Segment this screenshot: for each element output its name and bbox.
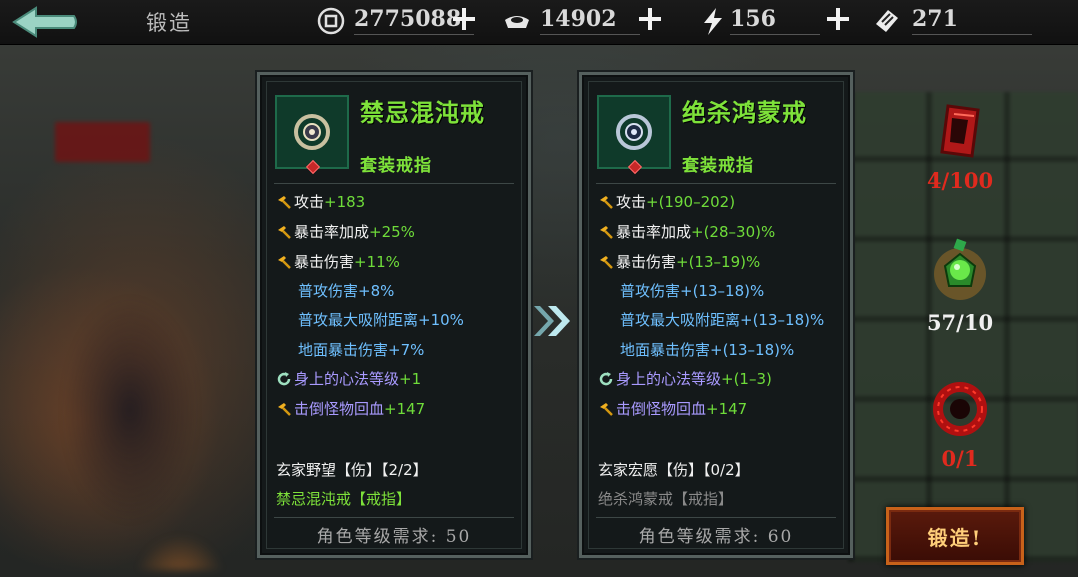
background-tab xyxy=(55,122,150,162)
refresh-icon xyxy=(599,372,613,386)
hammer-icon xyxy=(600,403,613,416)
stat-row: 攻击+183 xyxy=(276,191,365,213)
set-piece: 绝杀鸿蒙戒【戒指】 xyxy=(598,490,734,508)
current-item-panel: 禁忌混沌戒 套装戒指 攻击+183 暴击率加成+25% 暴击伤害+11% 普攻伤… xyxy=(257,72,531,558)
stat-row: 地面暴击伤害+(13–18)% xyxy=(620,341,795,359)
silver-ingot-icon xyxy=(505,16,529,28)
stat-row: 普攻伤害+8% xyxy=(298,282,395,300)
stat-row: 普攻最大吸附距离+10% xyxy=(298,311,464,329)
add-silver-button[interactable] xyxy=(637,6,663,32)
top-bar: 锻造 2775088 14902 156 271 xyxy=(0,0,1078,45)
energy-value: 156 xyxy=(730,6,776,32)
set-name: 玄家宏愿【伤】【0/2】 xyxy=(598,461,750,479)
stat-row: 攻击+(190–202) xyxy=(598,191,735,213)
green-orb-icon xyxy=(934,238,986,300)
stat-row: 身上的心法等级+(1–3) xyxy=(598,368,772,390)
item-name: 禁忌混沌戒 xyxy=(360,98,485,127)
ring-icon xyxy=(616,114,652,150)
hammer-icon xyxy=(600,196,613,209)
item-type: 套装戒指 xyxy=(682,156,754,176)
item-name: 绝杀鸿蒙戒 xyxy=(682,98,807,127)
stat-row: 普攻伤害+(13–18)% xyxy=(620,282,765,300)
level-requirement: 角色等级需求: 60 xyxy=(638,527,794,547)
background-character xyxy=(30,250,240,570)
add-energy-button[interactable] xyxy=(825,6,851,32)
forge-button[interactable]: 锻造! xyxy=(886,507,1024,565)
stat-row: 暴击率加成+(28–30)% xyxy=(598,221,775,243)
silver-value: 14902 xyxy=(540,6,617,32)
page-title: 锻造 xyxy=(146,11,192,35)
lightning-icon xyxy=(704,8,722,35)
hammer-icon xyxy=(278,196,291,209)
red-crystal-icon xyxy=(940,104,980,158)
double-chevron-right-icon xyxy=(534,306,570,336)
back-button[interactable] xyxy=(10,6,80,38)
material-slot[interactable]: 57/10 xyxy=(900,236,1020,335)
current-item-slot[interactable] xyxy=(275,95,349,175)
stat-row: 暴击伤害+11% xyxy=(276,251,400,273)
hammer-icon xyxy=(600,226,613,239)
stat-row: 暴击伤害+(13–19)% xyxy=(598,251,760,273)
hammer-icon xyxy=(278,403,291,416)
target-item-slot[interactable] xyxy=(597,95,671,175)
material-slot[interactable]: 0/1 xyxy=(900,376,1020,471)
set-name: 玄家野望【伤】【2/2】 xyxy=(276,461,428,479)
item-type: 套装戒指 xyxy=(360,156,432,176)
material-count: 57/10 xyxy=(926,310,994,335)
coin-icon xyxy=(317,7,345,35)
hammer-icon xyxy=(278,256,291,269)
stat-row: 普攻最大吸附距离+(13–18)% xyxy=(620,311,825,329)
material-count: 0/1 xyxy=(941,446,979,471)
resource-energy: 156 xyxy=(698,4,828,38)
divider xyxy=(596,183,836,184)
red-ring-icon xyxy=(933,382,987,436)
divider xyxy=(274,517,514,518)
divider xyxy=(596,517,836,518)
stat-row: 身上的心法等级+1 xyxy=(276,368,421,390)
ticket-icon xyxy=(876,10,898,32)
level-requirement: 角色等级需求: 50 xyxy=(316,527,472,547)
coin-value: 2775088 xyxy=(354,6,462,32)
hammer-icon xyxy=(278,226,291,239)
back-arrow-icon xyxy=(12,6,77,38)
ring-icon xyxy=(294,114,330,150)
ticket-value: 271 xyxy=(912,6,958,32)
stat-row: 击倒怪物回血+147 xyxy=(598,398,747,420)
resource-ticket: 271 xyxy=(872,4,1042,38)
stat-row: 暴击率加成+25% xyxy=(276,221,415,243)
stat-row: 击倒怪物回血+147 xyxy=(276,398,425,420)
divider xyxy=(274,183,514,184)
refresh-icon xyxy=(277,372,291,386)
stat-row: 地面暴击伤害+7% xyxy=(298,341,425,359)
set-piece: 禁忌混沌戒【戒指】 xyxy=(276,490,412,508)
add-coin-button[interactable] xyxy=(451,6,477,32)
target-item-panel: 绝杀鸿蒙戒 套装戒指 攻击+(190–202) 暴击率加成+(28–30)% 暴… xyxy=(579,72,853,558)
resource-silver: 14902 xyxy=(502,4,642,38)
material-slot[interactable]: 4/100 xyxy=(900,100,1020,193)
hammer-icon xyxy=(600,256,613,269)
material-count: 4/100 xyxy=(926,168,994,193)
